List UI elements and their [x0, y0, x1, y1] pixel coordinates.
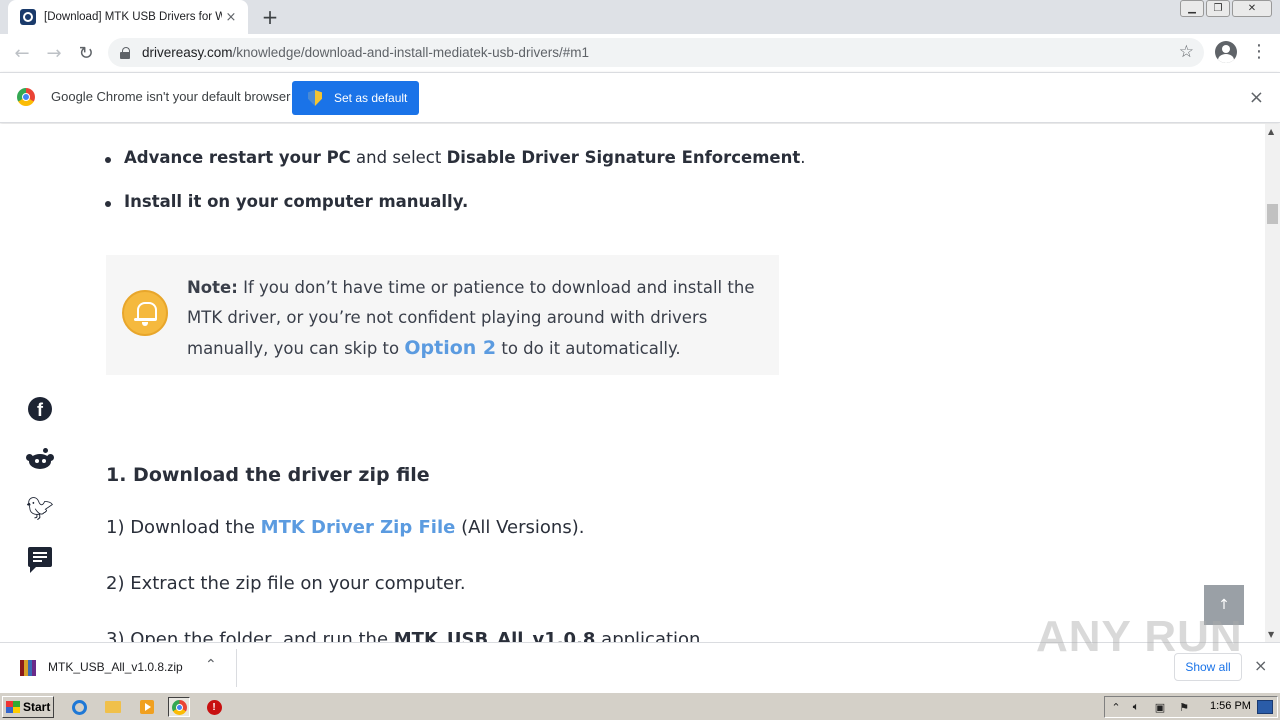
- option-2-link[interactable]: Option 2: [404, 337, 496, 359]
- volume-icon[interactable]: 🔈︎: [1129, 700, 1143, 714]
- section-heading: 1. Download the driver zip file: [106, 464, 430, 486]
- site-favicon-icon: [20, 9, 36, 25]
- screen: [Download] MTK USB Drivers for Windows ×…: [0, 0, 1280, 720]
- step1-pre: 1) Download the: [106, 517, 261, 538]
- list-item: Advance restart your PC and select Disab…: [104, 148, 806, 167]
- set-as-default-label: Set as default: [334, 91, 408, 105]
- winrar-archive-icon: [20, 660, 36, 676]
- note-label: Note:: [187, 278, 238, 297]
- bullet1-bold-b: Disable Driver Signature Enforcement: [446, 148, 801, 167]
- step1-post: (All Versions).: [455, 517, 585, 538]
- shelf-divider: [236, 649, 237, 687]
- chrome-menu-icon[interactable]: ⋮: [1250, 42, 1268, 62]
- shield-icon: [308, 90, 322, 106]
- step-3: 3) Open the folder, and run the MTK_USB_…: [106, 629, 706, 642]
- media-player-icon: [140, 700, 154, 714]
- infobar-message: Google Chrome isn't your default browser: [51, 89, 291, 104]
- folder-icon: [105, 701, 121, 713]
- infobar-close-icon[interactable]: ×: [1249, 87, 1264, 108]
- window-close-button[interactable]: ✕: [1232, 0, 1272, 17]
- default-browser-infobar: Google Chrome isn't your default browser…: [0, 72, 1280, 123]
- taskbar-stop-button[interactable]: !: [203, 697, 225, 717]
- tab-close-icon[interactable]: ×: [222, 8, 240, 26]
- step3-bold: MTK_USB_All_v1.0.8: [393, 629, 596, 642]
- list-item: Install it on your computer manually.: [104, 192, 469, 211]
- bullet2-bold: Install it on your computer manually.: [124, 192, 469, 211]
- browser-toolbar: ← → ↻ drivereasy.com/knowledge/download-…: [0, 34, 1280, 72]
- reload-button[interactable]: ↻: [70, 37, 102, 69]
- show-all-button[interactable]: Show all: [1174, 653, 1242, 681]
- address-bar[interactable]: drivereasy.com/knowledge/download-and-in…: [108, 38, 1204, 67]
- facebook-icon: f: [28, 397, 52, 421]
- chrome-taskbar-icon: [171, 699, 187, 715]
- start-button[interactable]: Start: [2, 696, 54, 718]
- scroll-up-arrow-icon[interactable]: ▲: [1268, 127, 1274, 136]
- taskbar-chrome-button[interactable]: [168, 697, 190, 717]
- download-file-name[interactable]: MTK_USB_All_v1.0.8.zip: [48, 660, 183, 674]
- system-tray: ⌃ 🔈︎ ▣ ⚑ 1:56 PM: [1104, 696, 1278, 718]
- lock-icon[interactable]: [120, 46, 130, 59]
- comment-icon: [28, 547, 52, 573]
- bell-icon: [122, 290, 168, 336]
- step3-pre: 3) Open the folder, and run the: [106, 629, 394, 642]
- window-controls: ▁ ❐ ✕: [1180, 0, 1272, 17]
- taskbar-media-button[interactable]: [136, 697, 158, 717]
- facebook-share-button[interactable]: f: [25, 394, 55, 424]
- note-text: Note: If you don’t have time or patience…: [187, 273, 757, 364]
- tab-title: [Download] MTK USB Drivers for Windows: [44, 11, 222, 23]
- bullet1-mid: and select: [350, 148, 447, 167]
- bullet1-bold-a: Advance restart your PC: [124, 148, 351, 167]
- network-icon[interactable]: ▣: [1153, 700, 1167, 714]
- taskbar-explorer-button[interactable]: [102, 697, 124, 717]
- bookmark-star-icon[interactable]: ☆: [1179, 42, 1194, 62]
- page-scrollbar[interactable]: ▲ ▼: [1265, 124, 1280, 642]
- step-1: 1) Download the MTK Driver Zip File (All…: [106, 517, 584, 538]
- chrome-logo-icon: [17, 88, 35, 106]
- clock[interactable]: 1:56 PM: [1210, 700, 1251, 712]
- chevron-up-icon[interactable]: ⌃: [205, 657, 217, 673]
- url-text[interactable]: drivereasy.com/knowledge/download-and-in…: [142, 45, 589, 60]
- note-text-b: to do it automatically.: [496, 339, 681, 358]
- note-box: Note: If you don’t have time or patience…: [106, 255, 779, 375]
- action-center-flag-icon[interactable]: ⚑: [1177, 700, 1191, 714]
- back-button[interactable]: ←: [6, 37, 38, 69]
- mtk-driver-zip-link[interactable]: MTK Driver Zip File: [261, 517, 456, 538]
- new-tab-button[interactable]: +: [258, 5, 282, 29]
- twitter-icon: 🐦︎: [26, 496, 54, 522]
- reddit-share-button[interactable]: [25, 444, 55, 474]
- forward-button[interactable]: →: [38, 37, 70, 69]
- reddit-icon: [26, 448, 54, 470]
- twitter-share-button[interactable]: 🐦︎: [25, 494, 55, 524]
- profile-avatar-icon[interactable]: [1215, 41, 1237, 63]
- scroll-thumb[interactable]: [1267, 204, 1278, 224]
- comment-button[interactable]: [25, 542, 55, 573]
- internet-explorer-icon: [71, 699, 87, 715]
- tray-expand-icon[interactable]: ⌃: [1109, 700, 1123, 714]
- start-label: Start: [23, 700, 51, 714]
- restore-button[interactable]: ❐: [1206, 0, 1230, 17]
- scroll-down-arrow-icon[interactable]: ▼: [1268, 630, 1274, 639]
- bullet1-end: .: [800, 148, 806, 167]
- minimize-button[interactable]: ▁: [1180, 0, 1204, 17]
- stop-icon: !: [206, 699, 222, 715]
- shelf-close-icon[interactable]: ×: [1254, 656, 1267, 675]
- windows-taskbar: Start ! ⌃ 🔈︎ ▣ ⚑ 1:56 PM: [0, 692, 1280, 720]
- url-host: drivereasy.com: [142, 45, 233, 60]
- show-desktop-icon[interactable]: [1257, 700, 1273, 714]
- step-2: 2) Extract the zip file on your computer…: [106, 573, 466, 594]
- browser-tab[interactable]: [Download] MTK USB Drivers for Windows ×: [8, 0, 248, 34]
- set-as-default-button[interactable]: Set as default: [292, 81, 419, 115]
- web-page: Advance restart your PC and select Disab…: [0, 124, 1265, 642]
- url-path: /knowledge/download-and-install-mediatek…: [232, 45, 589, 60]
- tab-strip: [Download] MTK USB Drivers for Windows ×…: [0, 0, 1280, 34]
- taskbar-ie-button[interactable]: [68, 697, 90, 717]
- windows-flag-icon: [6, 701, 20, 713]
- step3-post: application.: [595, 629, 707, 642]
